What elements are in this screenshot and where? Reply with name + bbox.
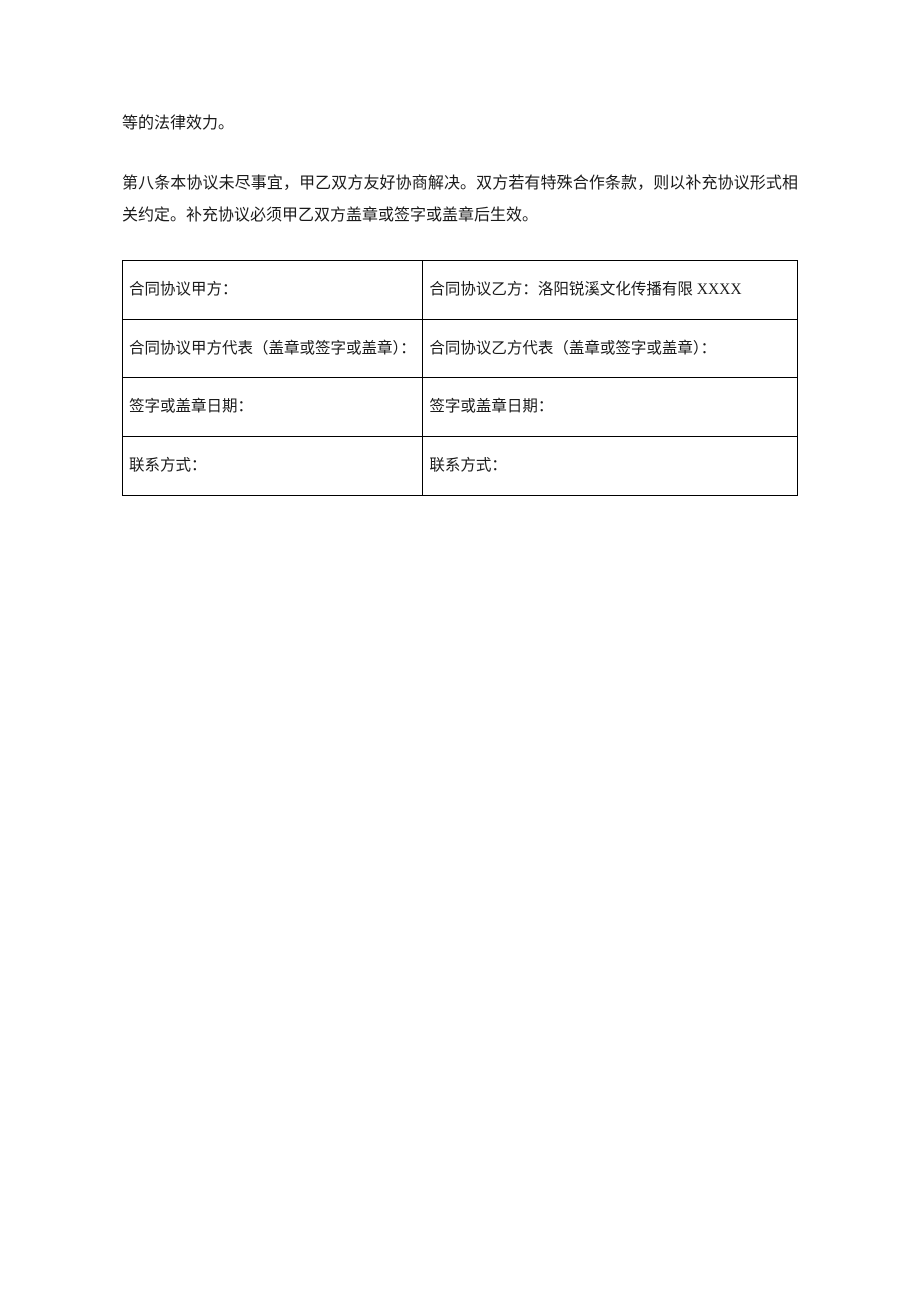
table-row: 签字或盖章日期： 签字或盖章日期：: [123, 378, 798, 437]
signature-table: 合同协议甲方： 合同协议乙方：洛阳锐溪文化传播有限 XXXX 合同协议甲方代表（…: [122, 260, 798, 496]
party-a-rep-cell: 合同协议甲方代表（盖章或签字或盖章）：: [123, 319, 423, 378]
party-b-rep-cell: 合同协议乙方代表（盖章或签字或盖章）：: [423, 319, 798, 378]
party-a-contact-cell: 联系方式：: [123, 437, 423, 496]
party-a-name-cell: 合同协议甲方：: [123, 261, 423, 320]
document-page: 等的法律效力。 第八条本协议未尽事宜，甲乙双方友好协商解决。双方若有特殊合作条款…: [0, 0, 920, 1301]
party-a-date-cell: 签字或盖章日期：: [123, 378, 423, 437]
party-b-date-cell: 签字或盖章日期：: [423, 378, 798, 437]
party-b-contact-cell: 联系方式：: [423, 437, 798, 496]
table-row: 联系方式： 联系方式：: [123, 437, 798, 496]
party-b-name-cell: 合同协议乙方：洛阳锐溪文化传播有限 XXXX: [423, 261, 798, 320]
paragraph-fragment: 等的法律效力。: [122, 108, 798, 140]
paragraph-article-8: 第八条本协议未尽事宜，甲乙双方友好协商解决。双方若有特殊合作条款，则以补充协议形…: [122, 168, 798, 232]
table-row: 合同协议甲方代表（盖章或签字或盖章）： 合同协议乙方代表（盖章或签字或盖章）：: [123, 319, 798, 378]
table-row: 合同协议甲方： 合同协议乙方：洛阳锐溪文化传播有限 XXXX: [123, 261, 798, 320]
